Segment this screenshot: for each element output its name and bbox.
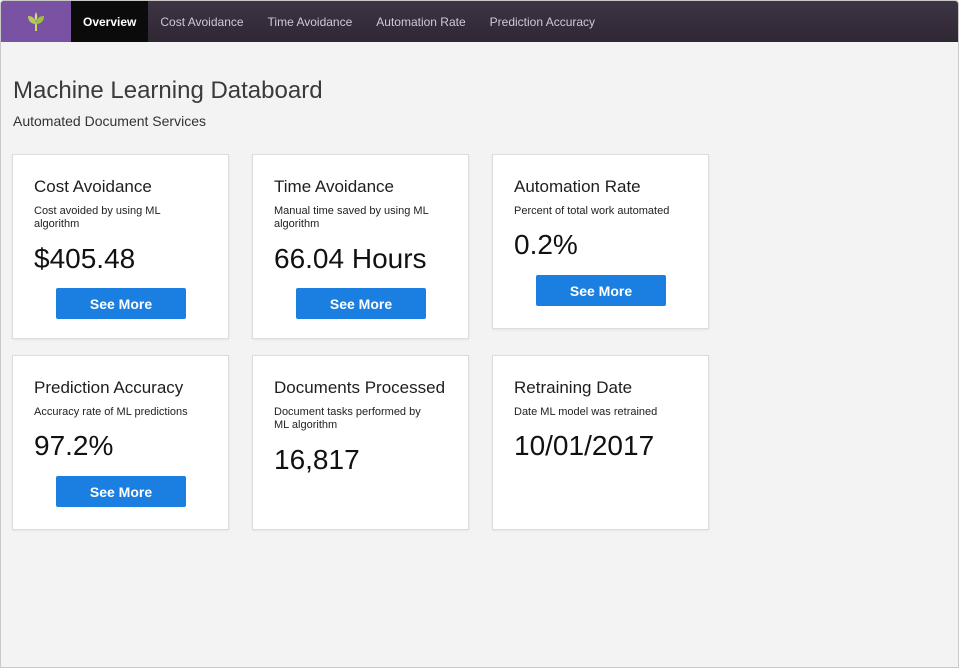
card-value: 16,817	[274, 444, 360, 475]
tab-overview[interactable]: Overview	[71, 1, 149, 42]
card-value: 10/01/2017	[514, 430, 655, 461]
card-title: Automation Rate	[514, 177, 641, 196]
see-more-button[interactable]: See More	[56, 476, 186, 507]
card-title: Time Avoidance	[274, 177, 395, 196]
card-title: Prediction Accuracy	[34, 378, 184, 397]
card-title: Documents Processed	[274, 378, 446, 397]
tab-label: Overview	[83, 14, 137, 29]
tab-label: Prediction Accuracy	[489, 14, 596, 29]
card-description: Date ML model was retrained	[514, 406, 658, 418]
tab-prediction-accuracy[interactable]: Prediction Accuracy	[478, 1, 607, 42]
card-prediction-accuracy: Prediction Accuracy Accuracy rate of ML …	[12, 355, 229, 530]
tab-label: Time Avoidance	[267, 14, 353, 29]
page-subtitle: Automated Document Services	[13, 113, 206, 129]
tab-cost-avoidance[interactable]: Cost Avoidance	[148, 1, 255, 42]
card-value: 66.04 Hours	[274, 243, 427, 274]
card-description: Document tasks performed by ML algorithm	[274, 406, 421, 431]
card-automation-rate: Automation Rate Percent of total work au…	[492, 154, 709, 329]
card-description: Manual time saved by using ML algorithm	[274, 205, 429, 230]
page-title: Machine Learning Databoard	[13, 77, 323, 104]
tab-label: Cost Avoidance	[160, 14, 244, 29]
card-time-avoidance: Time Avoidance Manual time saved by usin…	[252, 154, 469, 339]
see-more-button[interactable]: See More	[296, 288, 426, 319]
see-more-button[interactable]: See More	[536, 275, 666, 306]
card-value: 97.2%	[34, 430, 114, 461]
tab-time-avoidance[interactable]: Time Avoidance	[256, 1, 365, 42]
app-window: Overview Cost Avoidance Time Avoidance A…	[0, 0, 959, 668]
card-title: Cost Avoidance	[34, 177, 152, 196]
card-description: Accuracy rate of ML predictions	[34, 406, 188, 418]
see-more-button[interactable]: See More	[56, 288, 186, 319]
tab-automation-rate[interactable]: Automation Rate	[364, 1, 477, 42]
card-title: Retraining Date	[514, 378, 633, 397]
logo[interactable]	[1, 1, 71, 42]
card-cost-avoidance: Cost Avoidance Cost avoided by using ML …	[12, 154, 229, 339]
card-value: $405.48	[34, 243, 136, 274]
card-value: 0.2%	[514, 229, 578, 260]
tab-label: Automation Rate	[376, 14, 466, 29]
card-description: Percent of total work automated	[514, 205, 670, 217]
card-documents-processed: Documents Processed Document tasks perfo…	[252, 355, 469, 530]
top-navigation: Overview Cost Avoidance Time Avoidance A…	[1, 1, 958, 42]
card-retraining-date: Retraining Date Date ML model was retrai…	[492, 355, 709, 530]
card-description: Cost avoided by using ML algorithm	[34, 205, 161, 230]
leaf-sprout-icon	[28, 11, 44, 31]
